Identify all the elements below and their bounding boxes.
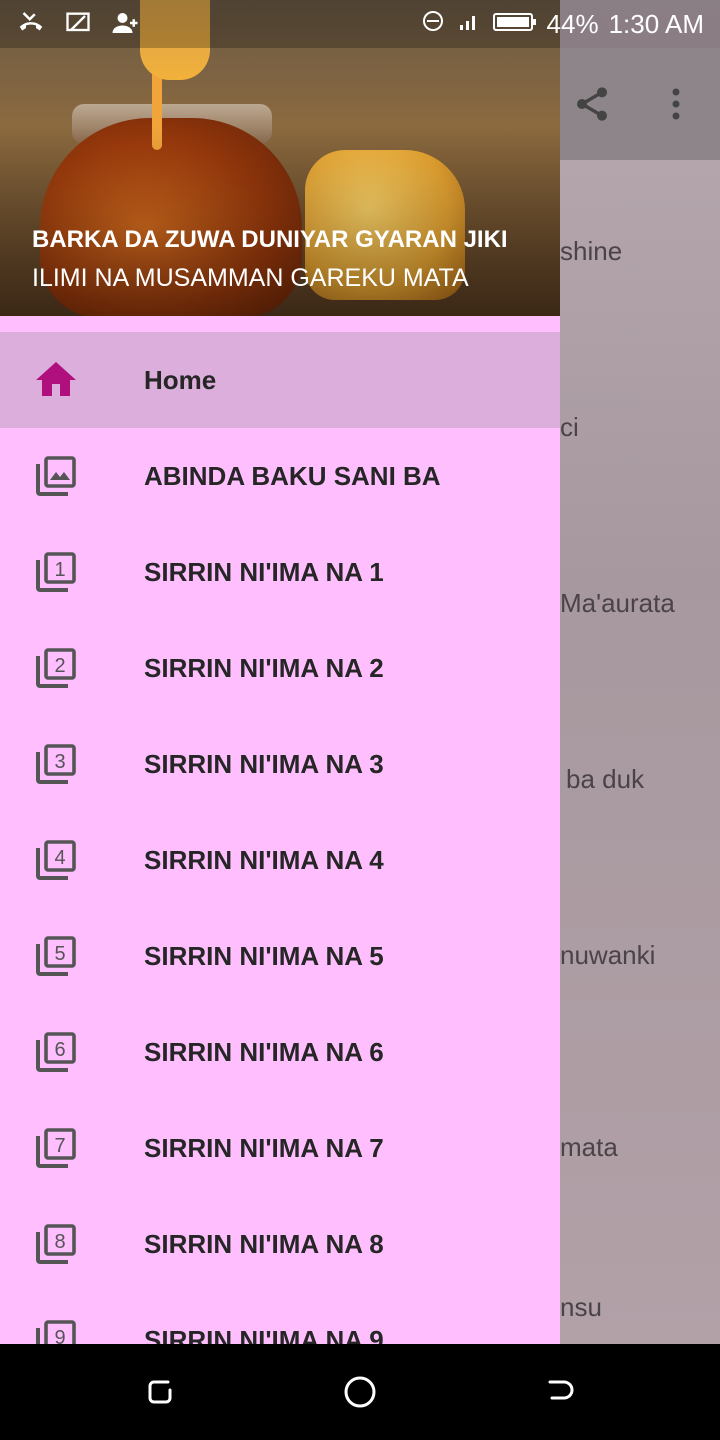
do-not-disturb-icon bbox=[421, 9, 445, 40]
filter-7-icon: 7 bbox=[32, 1124, 80, 1172]
list-item: nuwanki bbox=[560, 940, 656, 970]
filter-6-icon: 6 bbox=[32, 1028, 80, 1076]
share-icon[interactable] bbox=[570, 48, 614, 160]
battery-icon bbox=[492, 9, 537, 40]
missed-call-icon bbox=[16, 8, 46, 42]
photo-library-icon bbox=[32, 452, 80, 500]
drawer-item-label: SIRRIN NI'IMA NA 1 bbox=[144, 556, 384, 587]
svg-text:7: 7 bbox=[54, 1135, 65, 1157]
signal-icon bbox=[455, 9, 483, 40]
list-item: ci bbox=[560, 412, 579, 442]
drawer-item-sirrin-9[interactable]: 9 SIRRIN NI'IMA NA 9 bbox=[0, 1292, 560, 1344]
drawer-menu: Home ABINDA BAKU SANI BA 1 SIRRIN NI'IMA… bbox=[0, 332, 560, 1344]
drawer-header-subtitle: ILIMI NA MUSAMMAN GAREKU MATA bbox=[32, 264, 469, 292]
list-item: mata bbox=[560, 1132, 618, 1162]
filter-8-icon: 8 bbox=[32, 1220, 80, 1268]
drawer-item-abinda-baku-sani-ba[interactable]: ABINDA BAKU SANI BA bbox=[0, 428, 560, 524]
back-button[interactable] bbox=[540, 1372, 580, 1412]
drawer-item-sirrin-8[interactable]: 8 SIRRIN NI'IMA NA 8 bbox=[0, 1196, 560, 1292]
home-button[interactable] bbox=[340, 1372, 380, 1412]
filter-5-icon: 5 bbox=[32, 932, 80, 980]
filter-2-icon: 2 bbox=[32, 644, 80, 692]
filter-1-icon: 1 bbox=[32, 548, 80, 596]
list-item: nsu bbox=[560, 1292, 602, 1322]
status-bar: 44% 1:30 AM bbox=[0, 0, 720, 48]
screen-cast-icon bbox=[64, 9, 92, 41]
svg-text:9: 9 bbox=[54, 1327, 65, 1344]
drawer-item-label: SIRRIN NI'IMA NA 4 bbox=[144, 844, 384, 875]
svg-text:8: 8 bbox=[54, 1231, 65, 1253]
drawer-item-sirrin-5[interactable]: 5 SIRRIN NI'IMA NA 5 bbox=[0, 908, 560, 1004]
svg-text:3: 3 bbox=[54, 751, 65, 773]
drawer-item-sirrin-4[interactable]: 4 SIRRIN NI'IMA NA 4 bbox=[0, 812, 560, 908]
recents-button[interactable] bbox=[140, 1372, 180, 1412]
drawer-item-sirrin-6[interactable]: 6 SIRRIN NI'IMA NA 6 bbox=[0, 1004, 560, 1100]
drawer-item-sirrin-2[interactable]: 2 SIRRIN NI'IMA NA 2 bbox=[0, 620, 560, 716]
filter-4-icon: 4 bbox=[32, 836, 80, 884]
drawer-item-label: SIRRIN NI'IMA NA 9 bbox=[144, 1324, 384, 1345]
home-icon bbox=[32, 356, 80, 404]
system-nav-bar bbox=[0, 1344, 720, 1440]
drawer-item-label: SIRRIN NI'IMA NA 6 bbox=[144, 1036, 384, 1067]
drawer-item-label: SIRRIN NI'IMA NA 7 bbox=[144, 1132, 384, 1163]
drawer-item-label: SIRRIN NI'IMA NA 3 bbox=[144, 748, 384, 779]
more-options-icon[interactable] bbox=[656, 48, 696, 160]
svg-text:6: 6 bbox=[54, 1039, 65, 1061]
svg-text:1: 1 bbox=[54, 559, 65, 581]
drawer-header-title: BARKA DA ZUWA DUNIYAR GYARAN JIKI bbox=[32, 226, 508, 253]
drawer-item-sirrin-7[interactable]: 7 SIRRIN NI'IMA NA 7 bbox=[0, 1100, 560, 1196]
drawer-item-home[interactable]: Home bbox=[0, 332, 560, 428]
svg-text:2: 2 bbox=[54, 655, 65, 677]
drawer-item-label: Home bbox=[144, 364, 217, 395]
list-item: Ma'aurata bbox=[560, 588, 675, 618]
drawer-item-label: SIRRIN NI'IMA NA 2 bbox=[144, 652, 384, 683]
drawer-item-sirrin-1[interactable]: 1 SIRRIN NI'IMA NA 1 bbox=[0, 524, 560, 620]
filter-9-icon: 9 bbox=[32, 1316, 80, 1344]
navigation-drawer: BARKA DA ZUWA DUNIYAR GYARAN JIKI ILIMI … bbox=[0, 0, 560, 1344]
list-item: shine bbox=[560, 236, 623, 266]
clock: 1:30 AM bbox=[608, 8, 704, 39]
drawer-item-label: ABINDA BAKU SANI BA bbox=[144, 460, 441, 491]
add-contact-icon bbox=[110, 8, 140, 42]
drawer-item-label: SIRRIN NI'IMA NA 5 bbox=[144, 940, 384, 971]
battery-level: 44% bbox=[546, 8, 599, 39]
svg-text:4: 4 bbox=[54, 847, 65, 869]
drawer-item-sirrin-3[interactable]: 3 SIRRIN NI'IMA NA 3 bbox=[0, 716, 560, 812]
filter-3-icon: 3 bbox=[32, 740, 80, 788]
list-item: ba duk bbox=[566, 764, 645, 794]
svg-text:5: 5 bbox=[54, 943, 65, 965]
drawer-item-label: SIRRIN NI'IMA NA 8 bbox=[144, 1228, 384, 1259]
